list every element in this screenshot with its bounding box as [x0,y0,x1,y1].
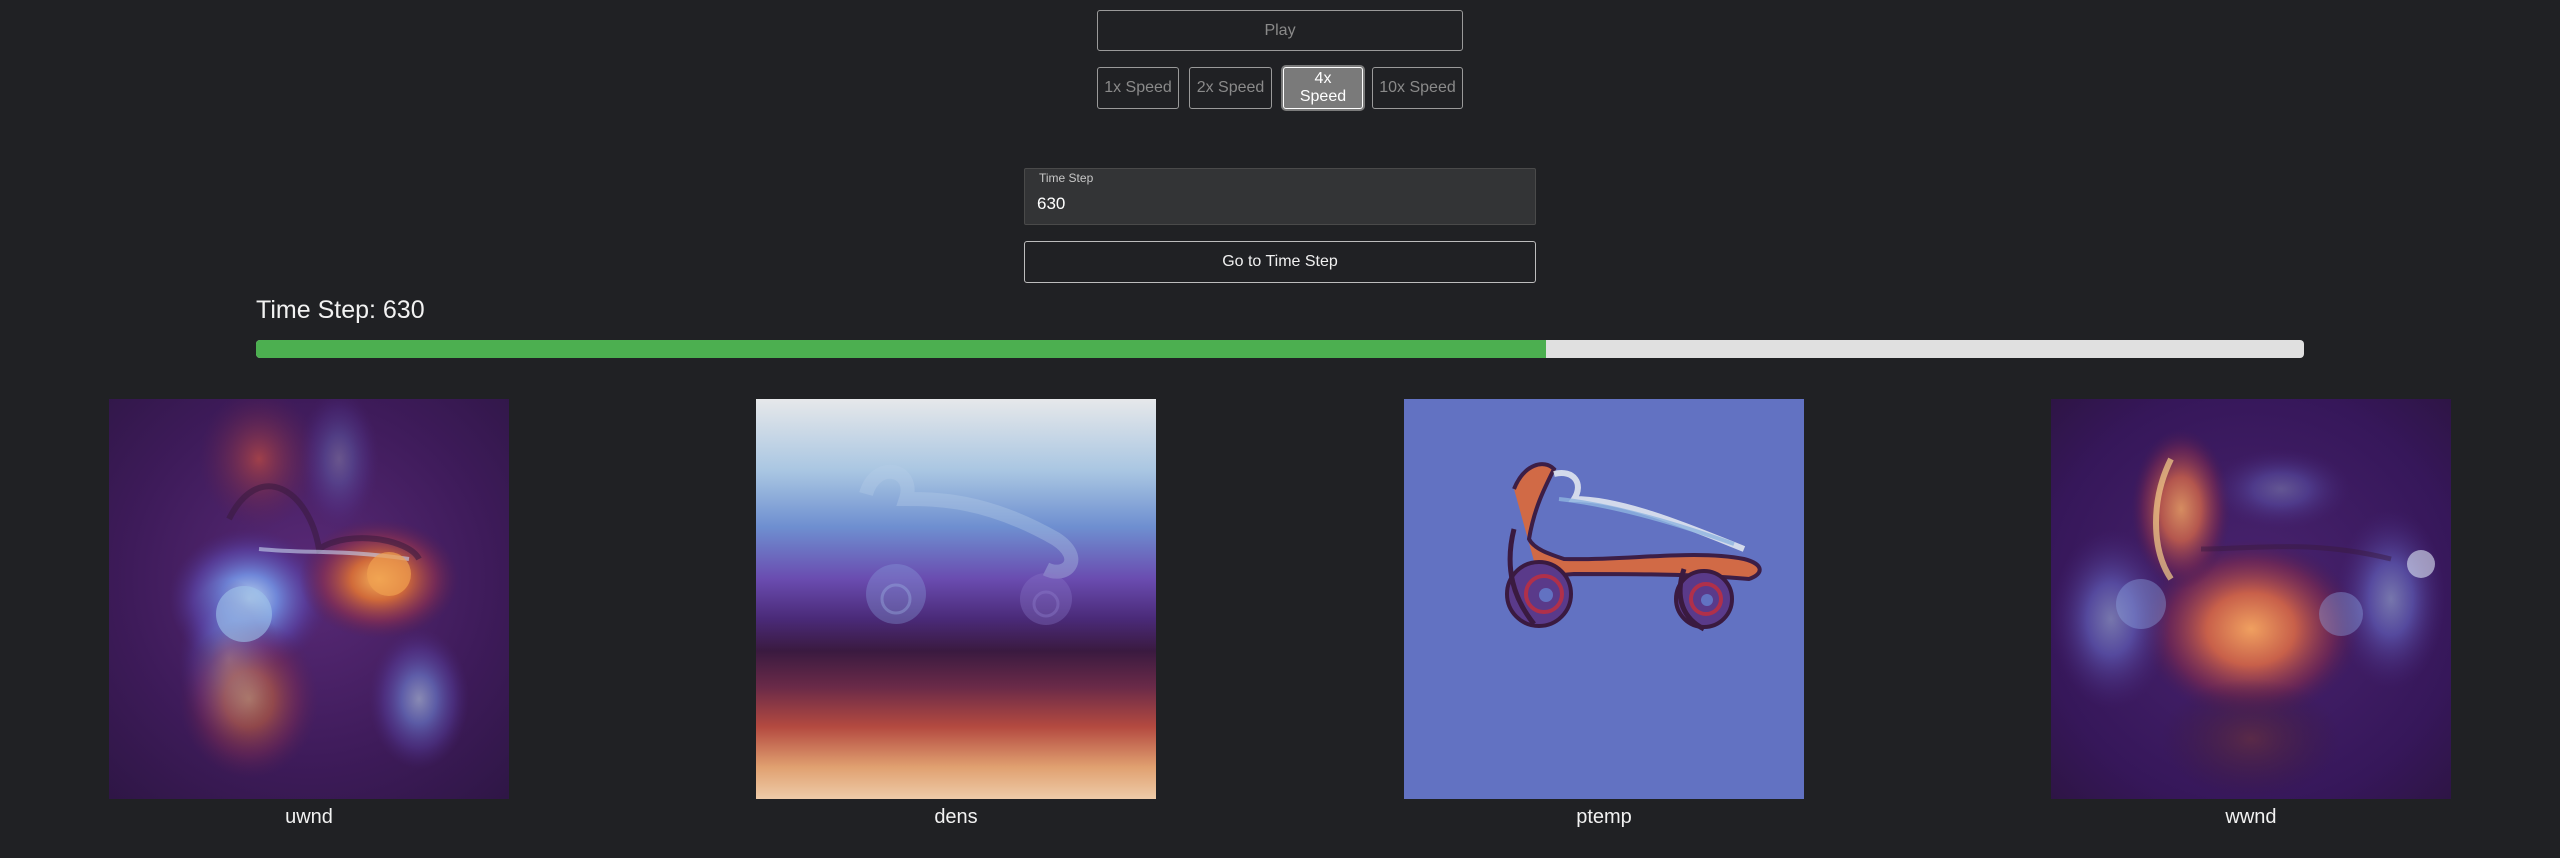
time-progress-fill [256,340,1547,358]
time-step-title: Time Step: 630 [256,296,425,324]
wwnd-plot [2051,399,2451,799]
ptemp-label: ptemp [1576,806,1632,828]
speed-10x-button[interactable]: 10x Speed [1372,67,1463,109]
speed-4x-button[interactable]: 4x Speed [1283,67,1363,109]
wwnd-label: wwnd [2225,806,2277,828]
time-step-field-label: Time Step [1039,171,1094,185]
speed-2x-button[interactable]: 2x Speed [1189,67,1272,109]
go-to-time-step-button[interactable]: Go to Time Step [1024,241,1536,283]
time-step-field[interactable]: Time Step [1024,168,1536,225]
dens-label: dens [934,806,978,828]
play-button[interactable]: Play [1097,10,1463,51]
uwnd-label: uwnd [285,806,333,828]
time-step-input[interactable] [1037,189,1517,219]
uwnd-plot [109,399,509,799]
ptemp-plot [1404,399,1804,799]
dens-plot [756,399,1156,799]
simulation-viewer: Play 1x Speed 2x Speed 4x Speed 10x Spee… [0,0,2560,858]
speed-1x-button[interactable]: 1x Speed [1097,67,1179,109]
time-progress-bar [256,340,2304,358]
